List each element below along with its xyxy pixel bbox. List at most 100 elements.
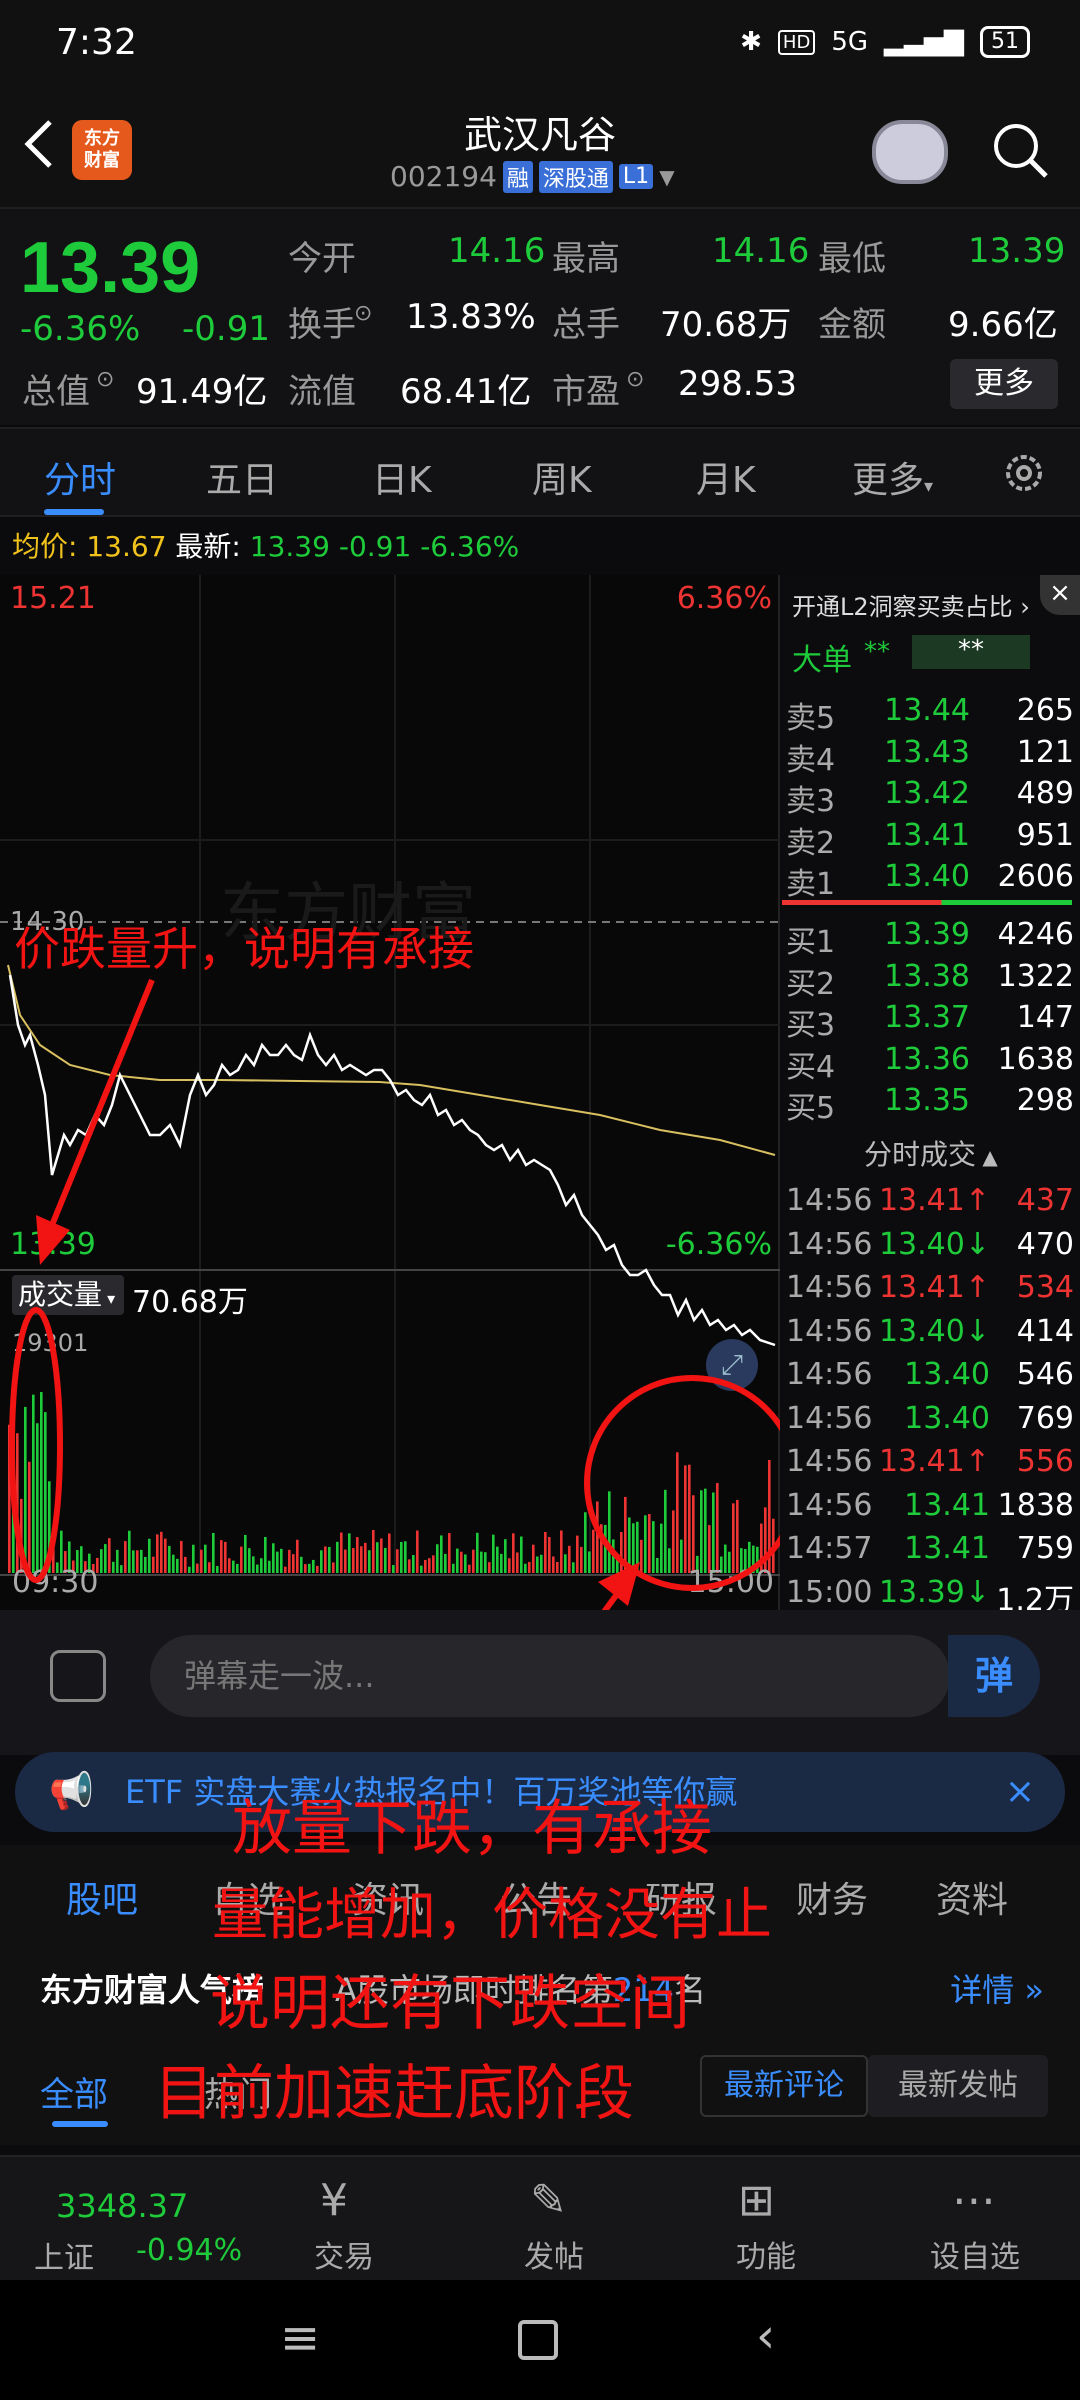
gear-icon[interactable] <box>1000 449 1048 497</box>
subtab-latest-comments[interactable]: 最新评论 <box>700 2055 868 2117</box>
robot-assistant-icon[interactable] <box>872 120 948 184</box>
search-icon[interactable] <box>990 120 1050 180</box>
volume-bar <box>108 1538 111 1573</box>
danmu-input[interactable]: 弹幕走一波... <box>150 1635 950 1717</box>
turnover-label: 换手 <box>288 305 356 345</box>
buy-level[interactable]: 买1 13.39 4246 <box>782 917 1080 960</box>
expand-icon[interactable]: ⤢ <box>706 1339 758 1391</box>
info-icon[interactable]: ⊙ <box>626 367 644 392</box>
more-button[interactable]: 更多 <box>950 359 1058 409</box>
avg-label: 均价: <box>12 530 78 563</box>
sell-level[interactable]: 卖5 13.44 265 <box>782 693 1080 736</box>
volume-bar <box>252 1556 255 1573</box>
volume-bar <box>180 1540 183 1573</box>
volume-bar <box>288 1549 291 1573</box>
tick-volume: 1838 <box>997 1487 1074 1523</box>
volume-bar <box>412 1555 415 1573</box>
volume-bar <box>236 1563 239 1573</box>
sell-level[interactable]: 卖3 13.42 489 <box>782 776 1080 819</box>
volume-bar <box>372 1530 375 1573</box>
volume-bar <box>616 1554 619 1573</box>
l2-promo[interactable]: 开通L2洞察买卖占比 › <box>792 587 1030 622</box>
level-price: 13.42 <box>884 776 970 811</box>
tab-guba[interactable]: 股吧 <box>66 1871 138 1923</box>
volume-bar <box>232 1560 235 1573</box>
tab-monthly-k[interactable]: 月K <box>696 451 756 503</box>
tick-price: 13.39↓ <box>878 1574 990 1610</box>
buy-level[interactable]: 买5 13.35 298 <box>782 1083 1080 1126</box>
tick-time: 14:56 <box>786 1357 873 1392</box>
buy-level[interactable]: 买3 13.37 147 <box>782 1000 1080 1043</box>
sell-level[interactable]: 卖1 13.40 2606 <box>782 859 1080 902</box>
tab-five-day[interactable]: 五日 <box>206 451 278 503</box>
volume-bar <box>592 1529 595 1573</box>
level-price: 13.35 <box>884 1083 970 1118</box>
volume-bar <box>664 1489 667 1573</box>
annotation-text: 放量下跌，有承接 <box>232 1794 712 1864</box>
tab-more[interactable]: 更多▾ <box>852 451 933 503</box>
nav-add-watchlist[interactable]: 设自选 <box>930 2232 1020 2276</box>
buy-level[interactable]: 买4 13.36 1638 <box>782 1042 1080 1085</box>
volume-bar <box>548 1536 551 1573</box>
volume-bar <box>680 1539 683 1573</box>
danmu-settings-icon[interactable] <box>50 1650 106 1702</box>
tab-weekly-k[interactable]: 周K <box>532 451 592 503</box>
tick-time: 14:56 <box>786 1400 873 1436</box>
tick-time: 14:56 <box>786 1313 873 1349</box>
volume-bar <box>648 1514 651 1573</box>
home-icon[interactable] <box>518 2320 558 2360</box>
back-nav-icon[interactable]: ‹ <box>756 2308 775 2364</box>
volume-bar <box>736 1499 739 1573</box>
volume-bar <box>196 1563 199 1573</box>
volume-bar <box>152 1556 155 1573</box>
volume-bar <box>528 1561 531 1573</box>
info-icon[interactable]: ⊙ <box>96 367 114 392</box>
buy-level[interactable]: 买2 13.38 1322 <box>782 959 1080 1002</box>
volume-bar <box>612 1539 615 1573</box>
level-qty: 298 <box>1016 1083 1074 1118</box>
danmu-send-button[interactable]: 弹 <box>948 1635 1040 1717</box>
details-link[interactable]: 详情 » <box>950 1965 1044 2011</box>
tab-profile[interactable]: 资料 <box>936 1871 1008 1923</box>
tick-time: 14:57 <box>786 1531 873 1566</box>
index-value[interactable]: 3348.37 <box>56 2187 188 2225</box>
tab-daily-k[interactable]: 日K <box>372 451 432 503</box>
tick-price: 13.40↓ <box>878 1313 990 1349</box>
nav-trade[interactable]: 交易 <box>314 2232 374 2276</box>
stock-code-line[interactable]: 002194 融 深股通 L1 ▼ <box>390 160 675 193</box>
close-icon[interactable]: × <box>1005 1752 1035 1832</box>
grid-icon[interactable]: ⊞ <box>738 2175 775 2226</box>
low-value: 13.39 <box>968 231 1066 271</box>
turnover-value: 13.83% <box>406 297 536 337</box>
more-dots-icon[interactable]: ⋯ <box>952 2175 996 2226</box>
close-icon[interactable]: × <box>1040 575 1080 615</box>
volume-bar <box>200 1549 203 1573</box>
tab-finance[interactable]: 财务 <box>796 1871 868 1923</box>
volume-bar <box>292 1554 295 1573</box>
subtab-latest-posts[interactable]: 最新发帖 <box>868 2055 1048 2117</box>
volume-bar <box>700 1490 703 1573</box>
volume-bar <box>432 1555 435 1573</box>
sell-level[interactable]: 卖2 13.41 951 <box>782 818 1080 861</box>
compose-icon[interactable]: ✎ <box>530 2175 567 2226</box>
trade-icon[interactable]: ¥ <box>320 2175 348 2226</box>
volume-bar <box>568 1545 571 1573</box>
danmu-bar: 弹幕走一波... 弹 <box>0 1610 1080 1755</box>
double-chevron-icon: » <box>1014 1971 1044 2009</box>
menu-icon[interactable]: ≡ <box>280 2310 320 2366</box>
intraday-chart[interactable]: 东方财富 15.21 6.36% 14.30 13.39 -6.36% 成交量 … <box>0 575 780 1610</box>
level-label: 卖3 <box>786 784 836 819</box>
volume-selector[interactable]: 成交量 ▾ <box>12 1275 124 1315</box>
volume-bar <box>104 1544 107 1573</box>
volume-bar <box>504 1539 507 1573</box>
volume-bar <box>120 1565 123 1573</box>
subtab-all[interactable]: 全部 <box>40 2067 108 2116</box>
tab-intraday[interactable]: 分时 <box>44 451 116 503</box>
nav-functions[interactable]: 功能 <box>736 2232 796 2276</box>
ticks-header[interactable]: 分时成交 ▲ <box>864 1133 998 1173</box>
info-icon[interactable]: ⊙ <box>354 301 372 326</box>
volume-bar <box>484 1552 487 1573</box>
nav-post[interactable]: 发帖 <box>524 2232 584 2276</box>
volume-bar <box>732 1503 735 1573</box>
sell-level[interactable]: 卖4 13.43 121 <box>782 735 1080 778</box>
